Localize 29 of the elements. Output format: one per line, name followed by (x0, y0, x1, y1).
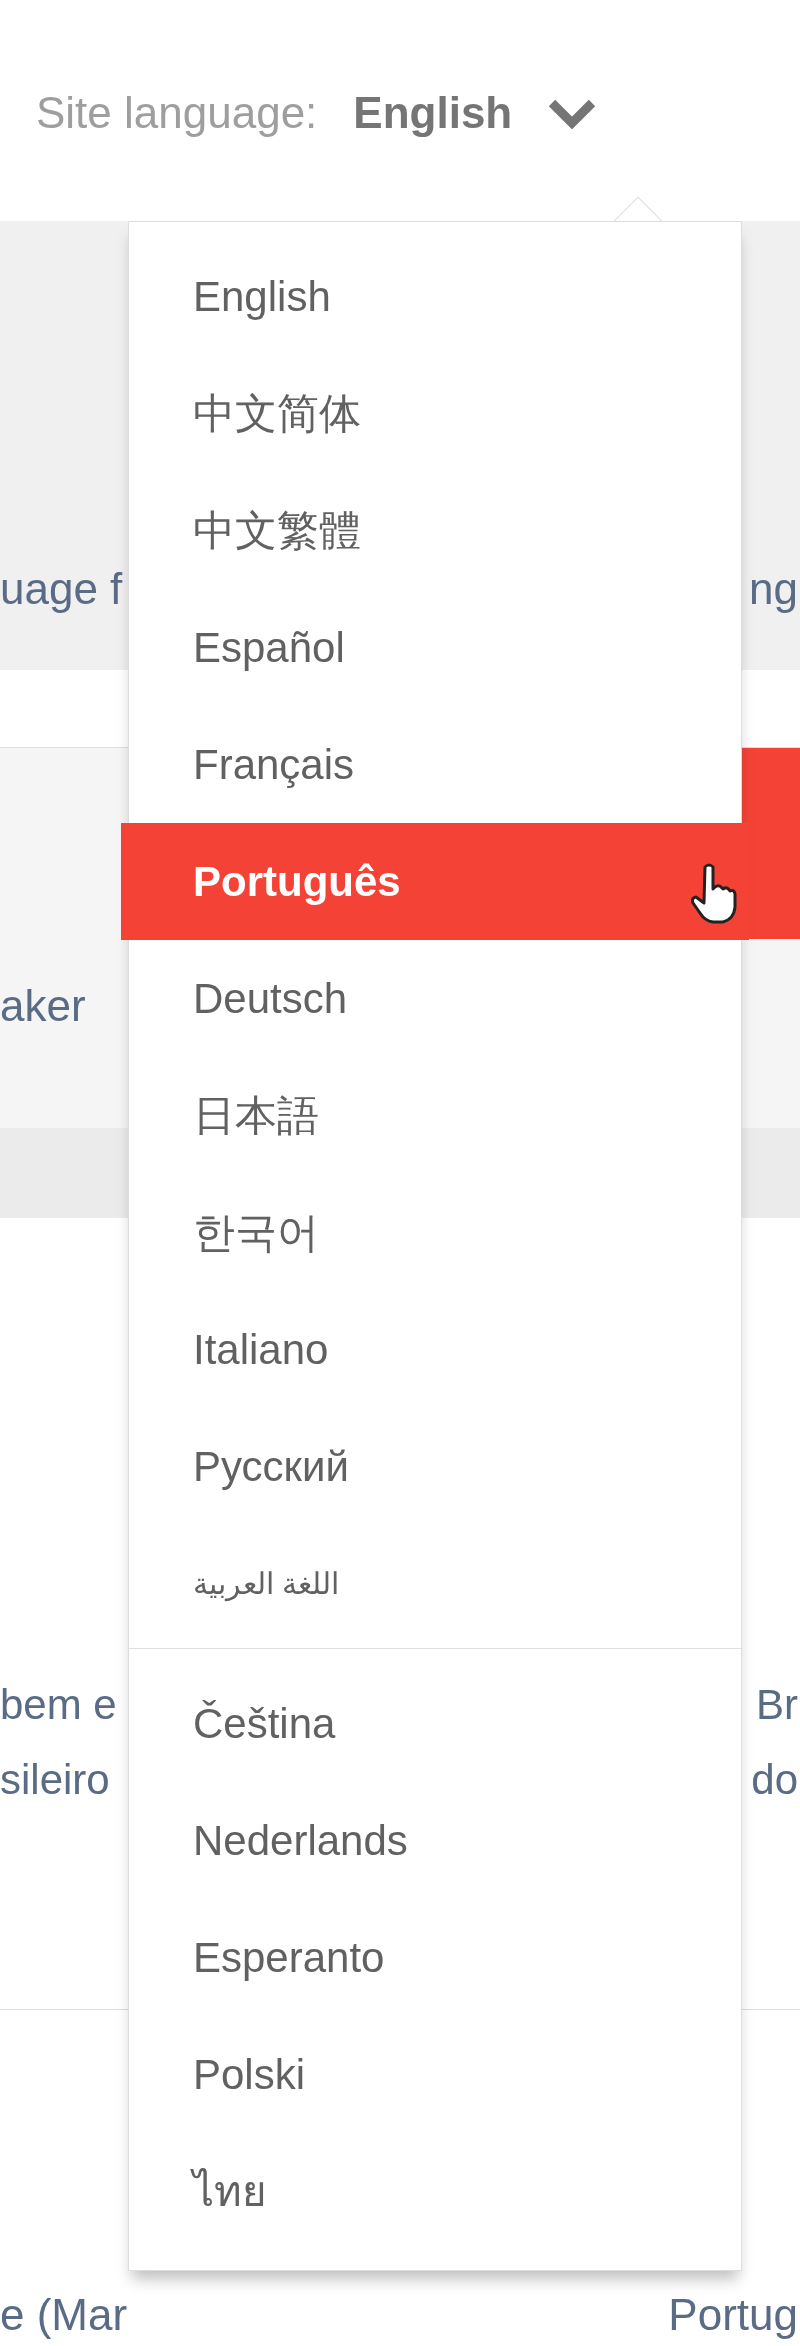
language-option[interactable]: 日本語 (129, 1057, 741, 1174)
language-option[interactable]: Português (121, 823, 749, 940)
language-option[interactable]: Esperanto (129, 1899, 741, 2016)
page-text: bem e (0, 1680, 117, 1730)
language-option[interactable]: 中文繁體 (129, 472, 741, 589)
language-option[interactable]: Polski (129, 2016, 741, 2133)
language-option[interactable]: 한국어 (129, 1174, 741, 1291)
page-text: Portug (668, 2289, 799, 2341)
page-text: e (Mar (0, 2289, 128, 2341)
page-text: sileiro (0, 1755, 110, 1805)
language-option[interactable]: Русский (129, 1408, 741, 1525)
page-text: ng (749, 563, 799, 615)
site-language-label: Site language: (36, 86, 318, 139)
language-option[interactable]: 中文简体 (129, 355, 741, 472)
page-text: do (751, 1755, 799, 1805)
language-option[interactable]: Čeština (129, 1665, 741, 1782)
language-option[interactable]: Français (129, 706, 741, 823)
language-option[interactable]: Italiano (129, 1291, 741, 1408)
language-option[interactable]: ไทย (129, 2133, 741, 2250)
hand-cursor-icon (691, 863, 737, 925)
language-option[interactable]: Nederlands (129, 1782, 741, 1899)
page-text: uage f (0, 563, 123, 615)
language-option[interactable]: اللغة العربية (129, 1525, 741, 1642)
page-text: aker (0, 980, 86, 1032)
language-option[interactable]: English (129, 238, 741, 355)
page-text: Br (756, 1680, 799, 1730)
language-option[interactable]: Deutsch (129, 940, 741, 1057)
language-option[interactable]: Español (129, 589, 741, 706)
language-selector[interactable]: English (353, 79, 597, 146)
